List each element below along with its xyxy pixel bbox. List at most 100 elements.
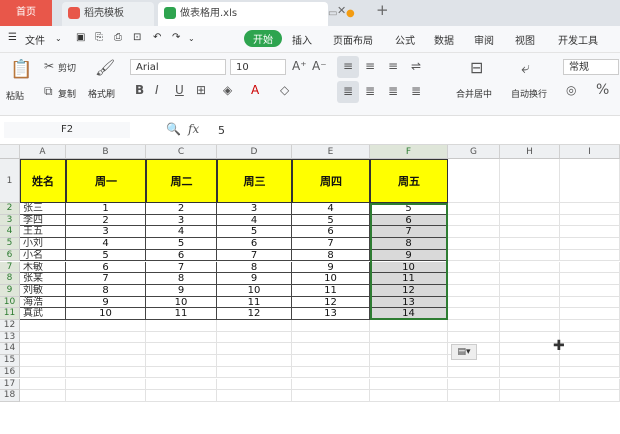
name-cell[interactable]: 王五 xyxy=(20,226,66,239)
col-header-d[interactable]: D xyxy=(217,145,292,159)
zoom-icon[interactable]: 🔍 xyxy=(166,122,181,136)
preview-icon[interactable]: ⊡ xyxy=(133,32,141,43)
data-cell[interactable]: 7 xyxy=(292,238,370,250)
empty-cell[interactable] xyxy=(66,320,146,332)
chevron-down-icon[interactable]: ⌄ xyxy=(55,34,62,43)
tab-home[interactable]: 首页 xyxy=(0,0,52,26)
data-cell[interactable]: 8 xyxy=(146,273,217,285)
data-cell[interactable]: 6 xyxy=(217,238,292,250)
empty-cell[interactable] xyxy=(20,366,66,379)
empty-cell[interactable] xyxy=(448,159,500,203)
undo-icon[interactable]: ↶ xyxy=(153,32,161,43)
empty-cell[interactable] xyxy=(292,320,370,332)
fx-button[interactable]: fx xyxy=(188,122,199,136)
data-cell[interactable]: 3 xyxy=(66,226,146,239)
empty-cell[interactable] xyxy=(20,355,66,367)
align-middle-icon[interactable]: ≡ xyxy=(365,59,375,73)
data-cell[interactable]: 6 xyxy=(292,226,370,239)
header-cell[interactable]: 周二 xyxy=(146,159,217,203)
empty-cell[interactable] xyxy=(500,320,560,332)
empty-cell[interactable] xyxy=(560,343,620,356)
data-cell[interactable]: 12 xyxy=(292,296,370,309)
row-header[interactable]: 5 xyxy=(0,238,20,250)
data-cell[interactable]: 4 xyxy=(146,226,217,239)
header-cell[interactable]: 周一 xyxy=(66,159,146,203)
empty-cell[interactable] xyxy=(560,238,620,250)
empty-cell[interactable] xyxy=(146,343,217,356)
data-cell[interactable]: 10 xyxy=(66,308,146,320)
row-header[interactable]: 10 xyxy=(0,296,20,309)
empty-cell[interactable] xyxy=(500,261,560,274)
paste-options-icon[interactable]: ▤▾ xyxy=(451,344,477,360)
save-icon[interactable]: ▣ xyxy=(76,32,85,43)
empty-cell[interactable] xyxy=(217,355,292,367)
row-header[interactable]: 17 xyxy=(0,378,20,391)
select-all-corner[interactable] xyxy=(0,145,20,159)
name-cell[interactable]: 小刘 xyxy=(20,238,66,250)
col-header-e[interactable]: E xyxy=(292,145,370,159)
data-cell[interactable]: 12 xyxy=(217,308,292,320)
empty-cell[interactable] xyxy=(500,249,560,262)
justify-icon[interactable]: ≣ xyxy=(411,84,421,98)
empty-cell[interactable] xyxy=(370,390,448,402)
wrap-text-icon[interactable]: ⤶ xyxy=(521,58,530,78)
hamburger-icon[interactable]: ☰ xyxy=(8,32,17,43)
data-cell[interactable]: 4 xyxy=(66,238,146,250)
col-header-b[interactable]: B xyxy=(66,145,146,159)
empty-cell[interactable] xyxy=(500,308,560,320)
data-cell[interactable]: 5 xyxy=(66,249,146,262)
empty-cell[interactable] xyxy=(292,378,370,391)
empty-cell[interactable] xyxy=(448,320,500,332)
empty-cell[interactable] xyxy=(448,261,500,274)
header-cell[interactable]: 周五 xyxy=(370,159,448,203)
empty-cell[interactable] xyxy=(217,343,292,356)
data-cell[interactable]: 4 xyxy=(292,203,370,215)
name-cell[interactable]: 真武 xyxy=(20,308,66,320)
empty-cell[interactable] xyxy=(500,214,560,227)
merge-center-icon[interactable]: ⊟ xyxy=(470,58,483,77)
data-cell[interactable]: 11 xyxy=(292,284,370,297)
empty-cell[interactable] xyxy=(560,331,620,344)
align-bottom-icon[interactable]: ≡ xyxy=(388,59,398,73)
col-header-f[interactable]: F xyxy=(370,145,448,159)
font-color-icon[interactable]: A xyxy=(251,83,259,97)
data-cell[interactable]: 5 xyxy=(146,238,217,250)
empty-cell[interactable] xyxy=(146,378,217,391)
bold-button[interactable]: B xyxy=(135,83,144,97)
empty-cell[interactable] xyxy=(560,226,620,239)
empty-cell[interactable] xyxy=(448,308,500,320)
row-header[interactable]: 13 xyxy=(0,331,20,344)
empty-cell[interactable] xyxy=(448,226,500,239)
empty-cell[interactable] xyxy=(146,320,217,332)
underline-button[interactable]: U xyxy=(175,83,184,97)
empty-cell[interactable] xyxy=(20,331,66,344)
data-cell[interactable]: 10 xyxy=(292,273,370,285)
name-cell[interactable]: 张三 xyxy=(20,203,66,215)
cut-button[interactable]: 剪切 xyxy=(58,61,76,74)
data-cell[interactable]: 3 xyxy=(146,214,217,227)
file-menu[interactable]: 文件 xyxy=(25,32,45,47)
empty-cell[interactable] xyxy=(560,378,620,391)
name-box[interactable]: F2 xyxy=(4,122,130,138)
empty-cell[interactable] xyxy=(292,390,370,402)
name-cell[interactable]: 张某 xyxy=(20,273,66,285)
align-center-icon[interactable]: ≣ xyxy=(365,84,375,98)
row-header[interactable]: 11 xyxy=(0,308,20,320)
empty-cell[interactable] xyxy=(66,355,146,367)
data-cell[interactable]: 10 xyxy=(146,296,217,309)
row-header[interactable]: 14 xyxy=(0,343,20,356)
empty-cell[interactable] xyxy=(370,378,448,391)
empty-cell[interactable] xyxy=(500,284,560,297)
orientation-icon[interactable]: ⇌ xyxy=(411,59,421,73)
empty-cell[interactable] xyxy=(146,390,217,402)
empty-cell[interactable] xyxy=(217,331,292,344)
data-cell[interactable]: 9 xyxy=(146,284,217,297)
redo-icon[interactable]: ↷ xyxy=(172,32,180,43)
empty-cell[interactable] xyxy=(370,320,448,332)
empty-cell[interactable] xyxy=(448,249,500,262)
empty-cell[interactable] xyxy=(370,366,448,379)
copy-button[interactable]: 复制 xyxy=(58,87,76,100)
data-cell[interactable]: 4 xyxy=(217,214,292,227)
header-cell[interactable]: 周四 xyxy=(292,159,370,203)
data-cell[interactable]: 7 xyxy=(66,273,146,285)
